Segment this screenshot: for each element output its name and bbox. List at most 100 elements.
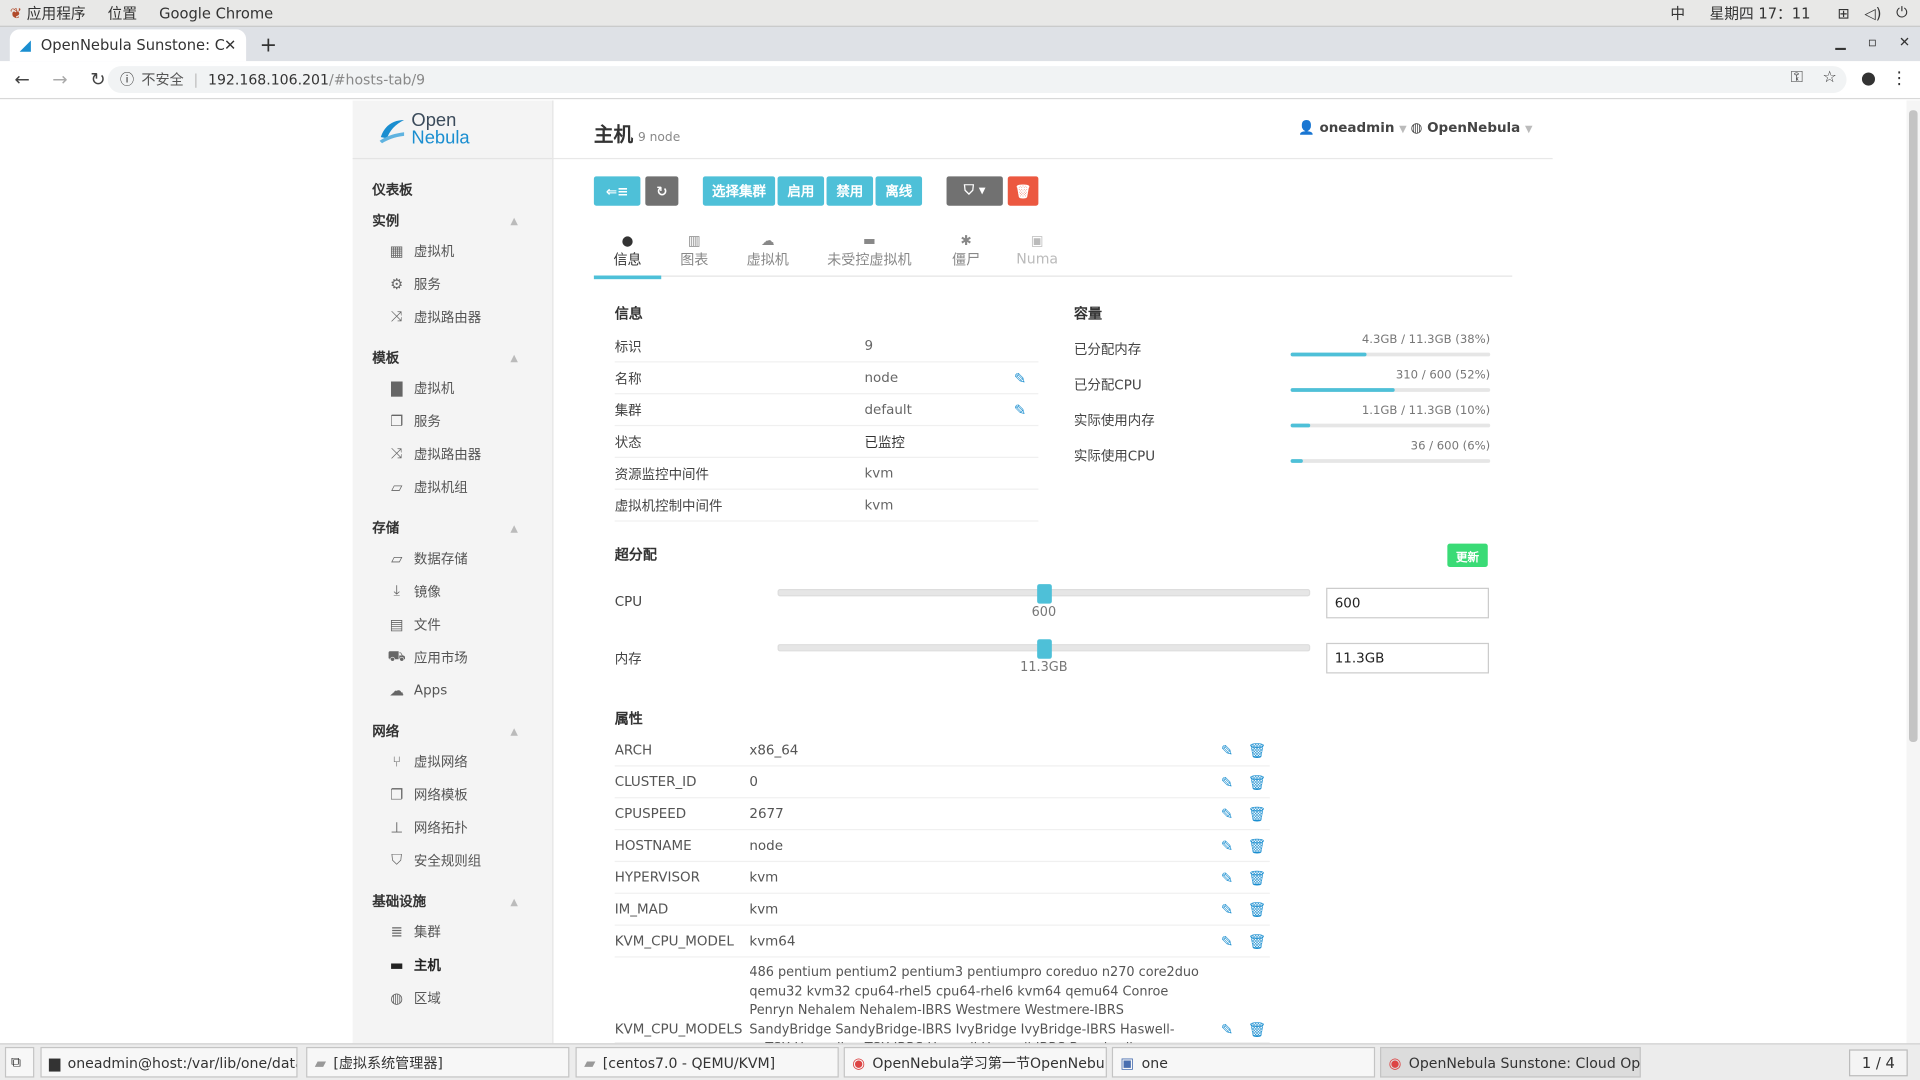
scrollbar-thumb[interactable] xyxy=(1908,110,1918,743)
sidebar-item-datastores[interactable]: ▱ 数据存储 xyxy=(353,541,553,574)
trash-icon[interactable]: 🗑 xyxy=(1248,1021,1267,1038)
sidebar-item-apps[interactable]: ☁ Apps xyxy=(353,673,553,706)
close-window-icon[interactable]: ✕ xyxy=(1899,34,1910,50)
sidebar-item-marketplaces[interactable]: ⛟ 应用市场 xyxy=(353,640,553,673)
trash-icon[interactable]: 🗑 xyxy=(1248,773,1267,790)
sidebar-item-vm-groups[interactable]: ▱ 虚拟机组 xyxy=(353,470,553,503)
sidebar-item-images[interactable]: ⤓ 镜像 xyxy=(353,574,553,607)
trash-icon[interactable]: 🗑 xyxy=(1248,837,1267,854)
edit-icon[interactable]: ✎ xyxy=(1221,932,1233,949)
edit-icon[interactable]: ✎ xyxy=(1221,869,1233,886)
apps-menu[interactable]: ❦ 应用程序 xyxy=(10,2,86,23)
sidebar-item-vnet-templates[interactable]: ❐ 网络模板 xyxy=(353,778,553,811)
taskbar-item-files[interactable]: ▣ one xyxy=(1111,1046,1376,1078)
edit-icon[interactable]: ✎ xyxy=(1221,741,1233,758)
enable-button[interactable]: 启用 xyxy=(777,176,825,206)
tab-numa[interactable]: ▣ Numa xyxy=(1013,233,1062,267)
sidebar-item-label: 虚拟路由器 xyxy=(413,446,482,463)
tab-vms[interactable]: ☁ 虚拟机 xyxy=(736,233,800,270)
back-to-list-button[interactable]: ⇐≡ xyxy=(593,176,641,206)
taskbar-item-terminal[interactable]: ▆ oneadmin@host:/var/lib/one/datast··· xyxy=(40,1046,298,1078)
show-desktop-button[interactable]: ⧉ xyxy=(4,1046,35,1078)
sidebar-item-vnets[interactable]: ⑂ 虚拟网络 xyxy=(353,744,553,777)
edit-icon[interactable]: ✎ xyxy=(1221,773,1233,790)
sidebar-item-topology[interactable]: ⊥ 网络拓扑 xyxy=(353,811,553,844)
volume-icon[interactable]: ◁) xyxy=(1864,4,1881,21)
cpu-input[interactable]: 600 xyxy=(1326,587,1489,619)
trash-icon[interactable]: 🗑 xyxy=(1248,901,1267,918)
cpu-slider-handle[interactable] xyxy=(1036,584,1052,604)
clock[interactable]: 星期四 17：11 xyxy=(1710,2,1811,23)
delete-button[interactable]: 🗑 xyxy=(1007,176,1039,206)
maximize-icon[interactable]: ▫ xyxy=(1868,34,1877,50)
taskbar-item-chrome-1[interactable]: ◉ OpenNebula学习第一节OpenNebula··· xyxy=(843,1046,1107,1078)
app-menu[interactable]: Google Chrome xyxy=(159,4,273,21)
sidebar-item-vrouters[interactable]: ⤨ 虚拟路由器 xyxy=(353,300,553,333)
trash-icon[interactable]: 🗑 xyxy=(1248,805,1267,822)
taskbar-item-chrome-2[interactable]: ◉ OpenNebula Sunstone: Cloud Oper··· xyxy=(1380,1046,1641,1078)
memory-slider-handle[interactable] xyxy=(1036,639,1052,659)
capacity-value: 4.3GB / 11.3GB (38%) xyxy=(1361,333,1491,347)
tab-graphs[interactable]: ▥ 图表 xyxy=(670,233,719,270)
key-icon[interactable]: ⚿ xyxy=(1791,69,1803,87)
menu-dots-icon[interactable]: ⋮ xyxy=(1891,69,1908,89)
page-scrollbar[interactable] xyxy=(1906,100,1920,1044)
collapse-caret-icon: ▲ xyxy=(510,895,518,907)
profile-icon[interactable]: ● xyxy=(1861,69,1876,89)
sidebar-item-services[interactable]: ⚙ 服务 xyxy=(353,267,553,300)
memory-input[interactable]: 11.3GB xyxy=(1326,642,1489,674)
offline-button[interactable]: 离线 xyxy=(875,176,923,206)
star-icon[interactable]: ☆ xyxy=(1822,69,1836,87)
trash-icon[interactable]: 🗑 xyxy=(1248,741,1267,758)
close-tab-icon[interactable]: ✕ xyxy=(224,37,236,54)
sidebar-item-zones[interactable]: ◍ 区域 xyxy=(353,981,553,1014)
sidebar-dashboard[interactable]: 仪表板 xyxy=(353,176,553,203)
taskbar-item-qemu[interactable]: ▰ [centos7.0 - QEMU/KVM] xyxy=(575,1046,839,1078)
workspace-pager[interactable]: 1 / 4 xyxy=(1848,1049,1908,1077)
sidebar-item-service-templates[interactable]: ❐ 服务 xyxy=(353,404,553,437)
power-icon[interactable]: ⏻ xyxy=(1896,4,1908,22)
tab-zombies[interactable]: ✱ 僵尸 xyxy=(943,233,990,270)
sidebar-item-vrouter-templates[interactable]: ⤨ 虚拟路由器 xyxy=(353,437,553,470)
back-icon[interactable]: ← xyxy=(6,69,38,91)
sidebar-item-vms[interactable]: ▦ 虚拟机 xyxy=(353,234,553,267)
browser-tab[interactable]: ◢ OpenNebula Sunstone: Clo ✕ xyxy=(9,29,247,62)
sidebar-section-network[interactable]: 网络 ▲ xyxy=(353,718,553,745)
tab-wilds[interactable]: ▬ 未受控虚拟机 xyxy=(822,233,918,270)
refresh-button[interactable]: ↻ xyxy=(645,176,679,206)
minimize-icon[interactable]: ▁ xyxy=(1835,34,1845,50)
tab-info[interactable]: ● 信息 xyxy=(593,233,662,280)
places-menu[interactable]: 位置 xyxy=(108,2,137,23)
sidebar-item-hosts[interactable]: ▬ 主机 xyxy=(353,948,553,981)
sidebar-item-secgroups[interactable]: ⛉ 安全规则组 xyxy=(353,844,553,877)
sidebar-item-clusters[interactable]: ≣ 集群 xyxy=(353,915,553,948)
opennebula-logo[interactable]: Open Nebula xyxy=(352,100,553,160)
edit-icon[interactable]: ✎ xyxy=(1221,1021,1233,1038)
sidebar-section-storage[interactable]: 存储 ▲ xyxy=(353,514,553,541)
taskbar-item-virt-manager[interactable]: ▰ [虚拟系统管理器] xyxy=(306,1046,570,1078)
trash-icon[interactable]: 🗑 xyxy=(1248,869,1267,886)
edit-icon[interactable]: ✎ xyxy=(1014,369,1026,386)
select-cluster-button[interactable]: 选择集群 xyxy=(702,176,776,206)
edit-icon[interactable]: ✎ xyxy=(1221,805,1233,822)
edit-icon[interactable]: ✎ xyxy=(1221,837,1233,854)
sidebar-item-vm-templates[interactable]: ▇ 虚拟机 xyxy=(353,371,553,404)
url-path: /#hosts-tab/9 xyxy=(328,71,426,89)
new-tab-button[interactable]: + xyxy=(260,33,277,57)
zone-menu[interactable]: ◍ OpenNebula ▼ xyxy=(1411,120,1533,136)
sidebar-section-instances[interactable]: 实例 ▲ xyxy=(353,207,553,234)
sidebar-item-files[interactable]: ▤ 文件 xyxy=(353,607,553,640)
ime-indicator[interactable]: 中 xyxy=(1670,2,1685,23)
address-bar[interactable]: ⓘ 不安全 | 192.168.106.201 /#hosts-tab/9 ⚿ … xyxy=(107,66,1847,94)
user-menu[interactable]: 👤 oneadmin ▼ xyxy=(1298,120,1407,136)
edit-icon[interactable]: ✎ xyxy=(1221,901,1233,918)
network-icon[interactable]: ⊞ xyxy=(1837,4,1849,21)
update-button[interactable]: 更新 xyxy=(1447,543,1488,567)
sidebar-section-templates[interactable]: 模板 ▲ xyxy=(353,344,553,371)
edit-icon[interactable]: ✎ xyxy=(1014,401,1026,418)
forward-icon[interactable]: → xyxy=(44,69,76,91)
trash-icon[interactable]: 🗑 xyxy=(1248,932,1267,949)
sidebar-section-infrastructure[interactable]: 基础设施 ▲ xyxy=(353,888,553,915)
disable-button[interactable]: 禁用 xyxy=(826,176,874,206)
labels-dropdown-button[interactable]: ⛉ ▾ xyxy=(946,176,1003,206)
